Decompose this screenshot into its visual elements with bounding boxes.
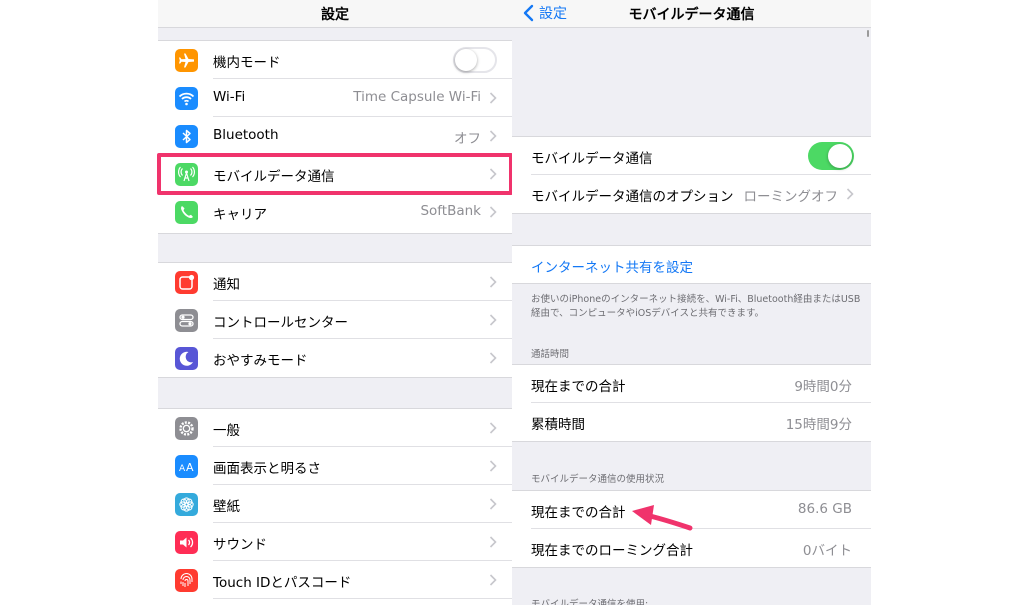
chevron-right-icon	[489, 130, 497, 142]
settings-row-control-center[interactable]: コントロールセンター	[158, 301, 512, 339]
call-lifetime-label: 累積時間	[531, 417, 585, 433]
chevron-right-icon	[846, 188, 854, 200]
settings-row-label: サウンド	[213, 537, 267, 553]
usage-current-period-value: 86.6 GB	[797, 501, 852, 517]
control-center-icon	[175, 309, 198, 332]
scrollbar[interactable]	[867, 30, 869, 37]
page-title: モバイルデータ通信	[628, 7, 755, 23]
svg-text:A: A	[179, 464, 186, 474]
chevron-right-icon	[489, 206, 497, 218]
chevron-right-icon	[489, 276, 497, 288]
settings-row-label: 一般	[213, 423, 240, 439]
moon-icon	[175, 347, 198, 370]
cellular-usage-header: モバイルデータ通信の使用状況	[531, 474, 665, 485]
settings-row-label: おやすみモード	[213, 353, 308, 369]
hotspot-group: インターネット共有を設定	[512, 245, 871, 284]
wifi-icon	[175, 87, 198, 110]
settings-row-label: Touch IDとパスコード	[213, 575, 352, 591]
notifications-icon	[175, 271, 198, 294]
settings-row-notifications[interactable]: 通知	[158, 263, 512, 301]
chevron-right-icon	[489, 498, 497, 510]
settings-row-label: 通知	[213, 277, 240, 293]
settings-row-wifi[interactable]: Wi-Fi Time Capsule Wi-Fi	[158, 79, 512, 117]
settings-nav-bar: 設定	[158, 0, 512, 28]
settings-row-label: 画面表示と明るさ	[213, 461, 321, 477]
hotspot-setup-link[interactable]: インターネット共有を設定	[531, 256, 693, 276]
use-cellular-for-header: モバイルデータ通信を使用:	[531, 599, 649, 605]
cellular-data-label: モバイルデータ通信	[531, 151, 653, 167]
settings-row-label: 機内モード	[213, 55, 281, 71]
hotspot-setup-row[interactable]: インターネット共有を設定	[512, 246, 871, 284]
settings-group-general: 一般 AA 画面表示と明るさ 壁紙 サウンド Touch IDとパスコード	[158, 408, 512, 605]
settings-group-connectivity: 機内モード Wi-Fi Time Capsule Wi-Fi Bluetooth…	[158, 40, 512, 234]
settings-row-touch-id[interactable]: Touch IDとパスコード	[158, 561, 512, 599]
table-row: 現在までの合計 9時間0分	[512, 365, 871, 403]
chevron-right-icon	[489, 460, 497, 472]
chevron-right-icon	[489, 314, 497, 326]
toggle-knob	[828, 144, 852, 168]
wifi-network-value: Time Capsule Wi-Fi	[353, 89, 481, 105]
toggle-knob	[455, 49, 477, 71]
table-row: 累積時間 15時間9分	[512, 403, 871, 441]
settings-row-label: キャリア	[213, 207, 267, 223]
cellular-data-toggle[interactable]	[808, 142, 854, 170]
call-current-period-value: 9時間0分	[794, 379, 852, 395]
gear-icon	[175, 417, 198, 440]
usage-roaming-value: 0バイト	[802, 543, 852, 559]
cellular-options-row[interactable]: モバイルデータ通信のオプション ローミングオフ	[512, 175, 871, 213]
cellular-row-highlight-frame	[157, 153, 513, 195]
cellular-options-value: ローミングオフ	[743, 189, 839, 205]
settings-row-sounds[interactable]: サウンド	[158, 523, 512, 561]
display-aa-icon: AA	[175, 455, 198, 478]
settings-row-carrier[interactable]: キャリア SoftBank	[158, 193, 512, 231]
settings-row-label: 壁紙	[213, 499, 240, 515]
usage-current-period-label: 現在までの合計	[531, 505, 626, 521]
page-title: 設定	[321, 7, 349, 23]
call-time-group: 現在までの合計 9時間0分 累積時間 15時間9分	[512, 364, 871, 442]
settings-row-label: コントロールセンター	[213, 315, 348, 331]
settings-row-label: Bluetooth	[213, 127, 279, 143]
chevron-right-icon	[489, 92, 497, 104]
settings-row-label: Wi-Fi	[213, 89, 246, 105]
cellular-options-label: モバイルデータ通信のオプション	[531, 189, 734, 205]
bluetooth-status-value: オフ	[454, 131, 481, 147]
settings-row-wallpaper[interactable]: 壁紙	[158, 485, 512, 523]
chevron-right-icon	[489, 422, 497, 434]
settings-row-general[interactable]: 一般	[158, 409, 512, 447]
cellular-nav-bar: 設定 モバイルデータ通信	[512, 0, 871, 28]
cellular-settings-group: モバイルデータ通信 モバイルデータ通信のオプション ローミングオフ	[512, 136, 871, 214]
hotspot-footnote: お使いのiPhoneのインターネット接続を、Wi-Fi、Bluetooth経由ま…	[531, 294, 861, 319]
phone-icon	[175, 201, 198, 224]
svg-text:A: A	[186, 461, 194, 474]
settings-group-notifications: 通知 コントロールセンター おやすみモード	[158, 262, 512, 378]
airplane-mode-toggle[interactable]	[453, 47, 497, 73]
bluetooth-icon	[175, 125, 198, 148]
fingerprint-icon	[175, 569, 198, 592]
call-time-header: 通話時間	[531, 349, 570, 360]
row-divider	[213, 598, 512, 599]
settings-row-display[interactable]: AA 画面表示と明るさ	[158, 447, 512, 485]
carrier-value: SoftBank	[420, 203, 481, 219]
call-current-period-label: 現在までの合計	[531, 379, 626, 395]
usage-roaming-label: 現在までのローミング合計	[531, 543, 693, 559]
airplane-icon	[175, 49, 198, 72]
chevron-right-icon	[489, 352, 497, 364]
call-lifetime-value: 15時間9分	[785, 417, 852, 433]
chevron-right-icon	[489, 536, 497, 548]
wallpaper-flower-icon	[175, 493, 198, 516]
chevron-right-icon	[489, 574, 497, 586]
settings-panel: 設定 機内モード Wi-Fi Time Capsule Wi-Fi Blueto…	[158, 0, 512, 605]
speaker-icon	[175, 531, 198, 554]
cellular-data-toggle-row: モバイルデータ通信	[512, 137, 871, 175]
settings-row-airplane[interactable]: 機内モード	[158, 41, 512, 79]
annotation-arrow-icon	[632, 505, 693, 531]
settings-row-bluetooth[interactable]: Bluetooth オフ	[158, 117, 512, 155]
settings-row-do-not-disturb[interactable]: おやすみモード	[158, 339, 512, 377]
